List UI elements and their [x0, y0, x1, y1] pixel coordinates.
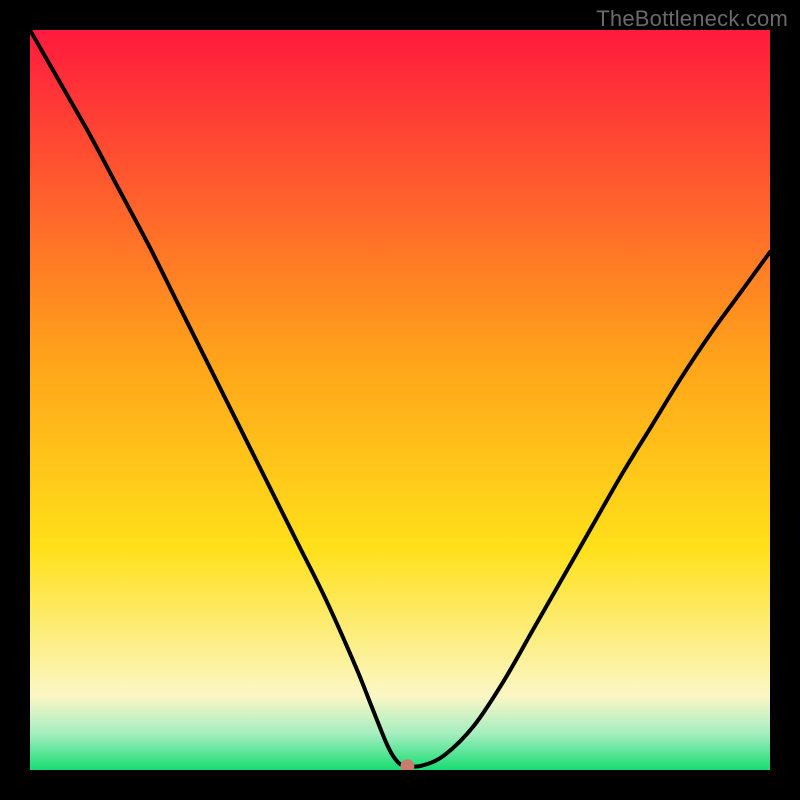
watermark-text: TheBottleneck.com [596, 6, 788, 32]
gradient-background [30, 30, 770, 770]
chart-stage: TheBottleneck.com [0, 0, 800, 800]
bottleneck-chart [30, 30, 770, 770]
